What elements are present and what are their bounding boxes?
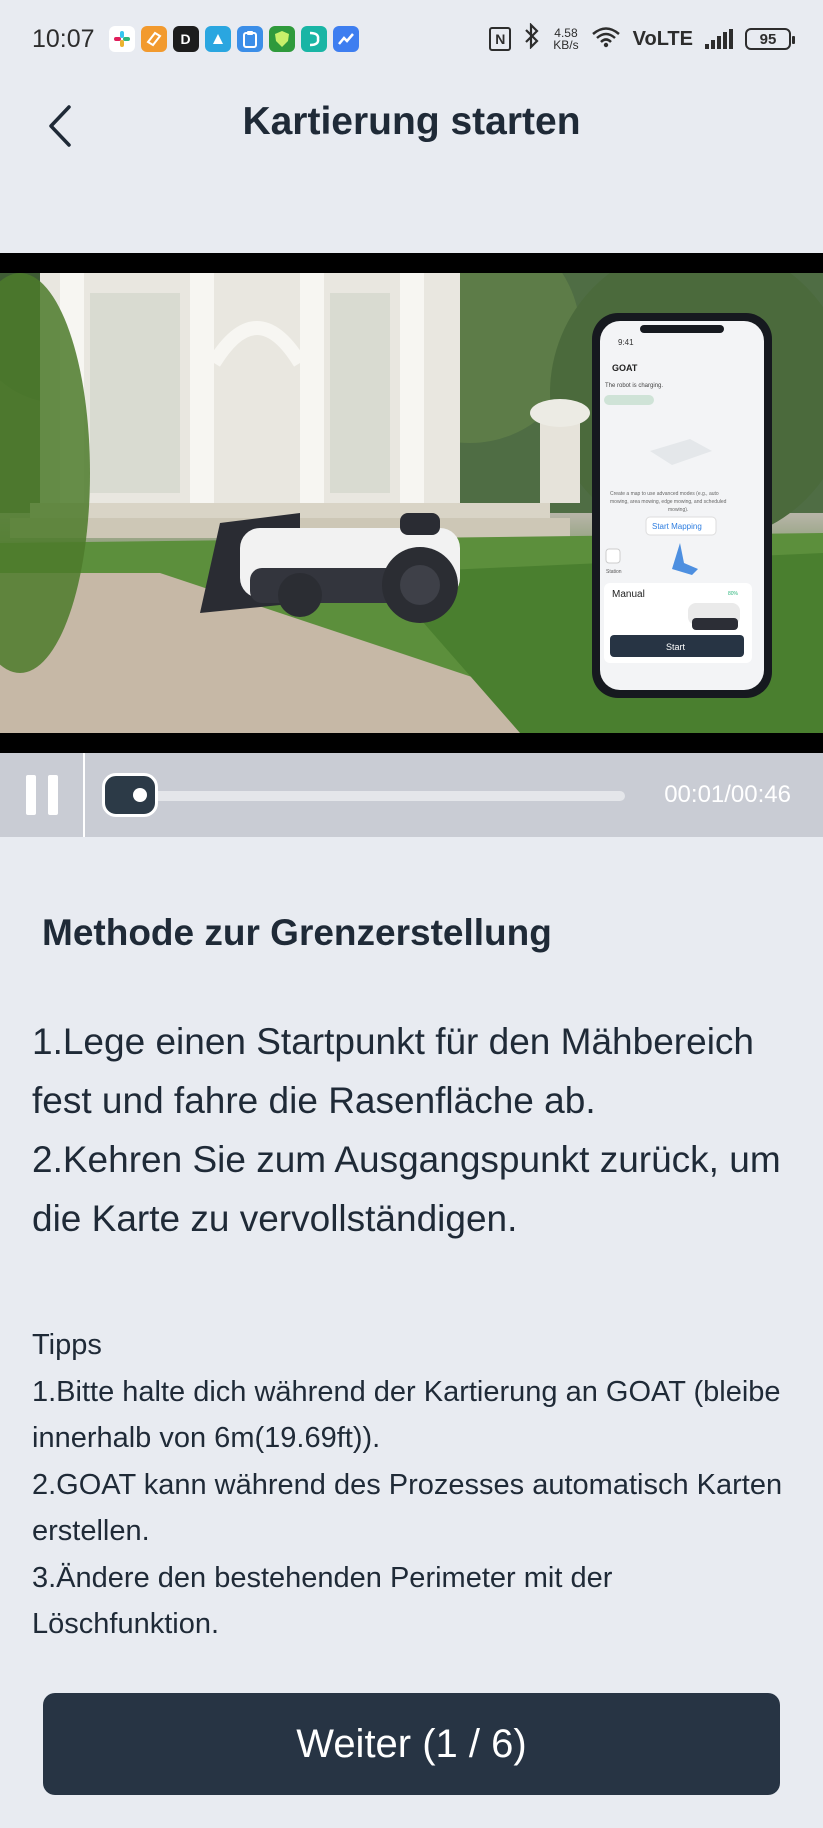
battery-level: 95: [759, 30, 777, 48]
pause-icon-bar-right: [47, 775, 58, 815]
teal-app-icon: [300, 26, 327, 52]
tips-title: Tipps: [32, 1329, 102, 1361]
battery-icon: 95: [745, 28, 795, 50]
phone-time: 9:41: [618, 338, 634, 347]
video-progress-bar[interactable]: [130, 791, 625, 801]
phone-start-button: Start: [666, 642, 686, 652]
steps-list: 1.Lege einen Startpunkt für den Mähberei…: [32, 1012, 802, 1248]
next-button[interactable]: Weiter (1 / 6): [43, 1693, 780, 1795]
page-title: Kartierung starten: [242, 100, 581, 143]
section-title: Methode zur Grenzerstellung: [42, 912, 552, 953]
chart-app-icon: [332, 26, 359, 52]
signal-icon: [705, 29, 733, 49]
mower-eye-icon: [133, 788, 147, 802]
d-app-icon: D: [172, 26, 199, 52]
video-frame[interactable]: 9:41 GOAT The robot is charging. Create …: [0, 273, 823, 733]
phone-status: The robot is charging.: [605, 383, 663, 389]
step-item: 1.Lege einen Startpunkt für den Mähberei…: [32, 1021, 754, 1121]
nfc-icon: N: [489, 27, 512, 51]
status-bar: 10:07 D N 4.58 KB/s VoLTE 95: [0, 0, 823, 78]
phone-hint-line3: mowing).: [668, 507, 688, 513]
blue-app-icon: [204, 26, 231, 52]
phone-battery: 80%: [728, 591, 739, 597]
progress-thumb-mower-icon[interactable]: [102, 773, 158, 817]
clock: 10:07: [32, 24, 95, 53]
clipboard-app-icon: [236, 26, 263, 52]
video-controls: 00:01/00:46: [0, 753, 823, 837]
pause-button[interactable]: [0, 753, 85, 837]
network-speed: 4.58 KB/s: [553, 27, 578, 51]
video-player[interactable]: 9:41 GOAT The robot is charging. Create …: [0, 253, 823, 753]
orange-app-icon: [140, 26, 167, 52]
tip-item: 2.GOAT kann während des Prozesses automa…: [32, 1468, 783, 1548]
phone-mode: Manual: [612, 589, 645, 600]
phone-app-title: GOAT: [612, 363, 638, 373]
bluetooth-icon: [523, 21, 541, 56]
tip-item: 3.Ändere den bestehenden Perimeter mit d…: [32, 1561, 613, 1641]
shield-app-icon: [268, 26, 295, 52]
pause-icon-bar-left: [25, 775, 36, 815]
status-bar-left: 10:07 D: [32, 25, 359, 54]
video-time: 00:01/00:46: [664, 781, 791, 808]
phone-hint: Create a map to use advanced modes (e.g.…: [610, 491, 719, 497]
phone-start-mapping: Start Mapping: [652, 522, 702, 531]
phone-hint-line2: mowing, area mowing, edge mowing, and sc…: [610, 499, 727, 505]
step-item: 2.Kehren Sie zum Ausgangspunkt zurück, u…: [32, 1139, 781, 1239]
tips-section: Tipps 1.Bitte halte dich während der Kar…: [32, 1322, 802, 1648]
wifi-icon: [591, 26, 621, 53]
status-bar-right: N 4.58 KB/s VoLTE 95: [489, 21, 795, 56]
phone-station-label: Station: [606, 569, 622, 575]
network-speed-unit: KB/s: [553, 38, 579, 52]
slack-icon: [108, 26, 135, 52]
app-header: Kartierung starten: [0, 78, 823, 174]
video-scene: 9:41 GOAT The robot is charging. Create …: [0, 273, 823, 733]
network-type: VoLTE: [632, 27, 693, 50]
tip-item: 1.Bitte halte dich während der Kartierun…: [32, 1375, 781, 1455]
